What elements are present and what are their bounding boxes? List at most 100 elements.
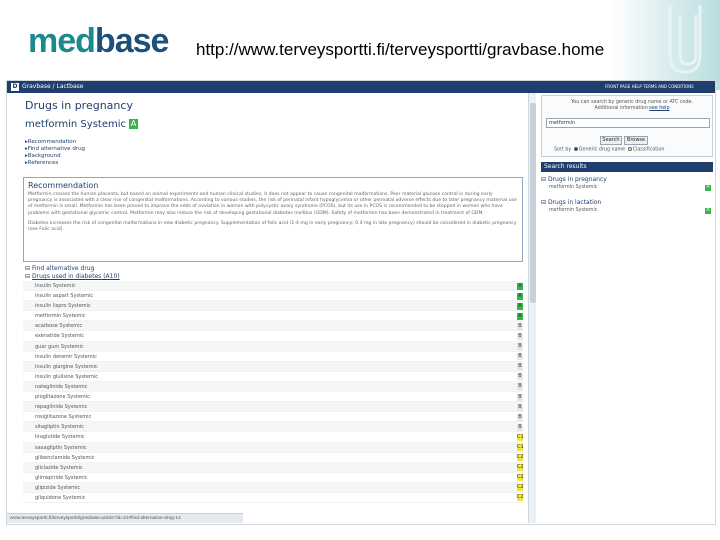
drug-row-class-badge: C2 [517, 454, 524, 462]
search-results-heading: Search results [541, 162, 713, 172]
drug-row[interactable]: insulin glargine Systemic B [23, 361, 523, 372]
drug-row[interactable]: acarbose Systemic B [23, 321, 523, 332]
result-group-lactation-heading[interactable]: ⊟ Drugs in lactation [541, 199, 713, 207]
drug-row[interactable]: metformin Systemic A [23, 311, 523, 322]
nav-link-recommendation[interactable]: Recommendation [25, 139, 85, 146]
drug-row[interactable]: insulin aspart Systemic A [23, 291, 523, 302]
nav-link-find-alternative[interactable]: Find alternative drug [25, 146, 85, 153]
drug-row-name[interactable]: acarbose Systemic [35, 323, 82, 329]
drug-row-class-badge: C1 [517, 444, 524, 451]
drug-row-name[interactable]: insulin aspart Systemic [35, 293, 93, 299]
decorative-corner-icon [610, 0, 720, 90]
top-links[interactable]: FRONT PAGE HELP TERMS AND CONDITIONS [605, 81, 694, 93]
drug-row[interactable]: guar gum Systemic B [23, 341, 523, 352]
alternative-drug-heading[interactable]: ⊟ Find alternative drug [25, 265, 120, 273]
drug-row[interactable]: glipizide Systemic C2 [23, 482, 524, 493]
drug-row-name[interactable]: exenatide Systemic [35, 333, 84, 339]
browser-window: D Gravbase / Lactbase FRONT PAGE HELP TER… [6, 80, 716, 525]
drug-row-name[interactable]: guar gum Systemic [35, 344, 84, 350]
drug-row-class-badge: B [517, 413, 523, 421]
drug-row-class-badge: B [517, 393, 523, 401]
nav-link-background[interactable]: Background [25, 153, 85, 160]
search-input[interactable]: metformin [546, 118, 710, 128]
drug-row[interactable]: insulin Systemic A [23, 281, 523, 292]
drug-row-name[interactable]: glipizide Systemic [35, 485, 80, 491]
drug-row[interactable]: liraglutide Systemic C1 [23, 432, 524, 443]
recommendation-box: Recommendation Metformin crosses the hum… [23, 177, 523, 262]
recommendation-title: Recommendation [28, 181, 99, 190]
drug-row-name[interactable]: glimepiride Systemic [35, 475, 88, 481]
drug-row-name[interactable]: metformin Systemic [35, 313, 86, 319]
drug-row-name[interactable]: saxagliptin Systemic [35, 445, 87, 451]
drug-row-name[interactable]: pioglitazone Systemic [35, 394, 90, 400]
search-button[interactable]: Search [600, 136, 622, 145]
drug-row-class-badge: B [517, 423, 523, 431]
medbase-logo: medbase [28, 22, 169, 60]
drug-row[interactable]: insulin detemir Systemic B [23, 352, 523, 362]
result-item-lactation[interactable]: metformin Systemic A [541, 207, 713, 215]
drug-row-class-badge: B [517, 353, 523, 361]
drug-row[interactable]: insulin lispro Systemic A [23, 301, 523, 312]
drug-row-name[interactable]: gliquidone Systemic [35, 495, 86, 501]
drug-row-name[interactable]: gliclazide Systemic [35, 465, 83, 471]
drug-row[interactable]: gliclazide Systemic C2 [23, 462, 524, 473]
app-logo-icon: D [11, 82, 19, 91]
app-top-bar: D Gravbase / Lactbase FRONT PAGE HELP TER… [7, 81, 715, 93]
drug-row-class-badge: B [517, 343, 523, 351]
drug-row[interactable]: insulin glulisine Systemic B [23, 372, 523, 382]
drug-row-name[interactable]: insulin glulisine Systemic [35, 374, 98, 380]
result-group-pregnancy-heading[interactable]: ⊟ Drugs in pregnancy [541, 176, 713, 184]
drug-name: metformin Systemic [25, 119, 126, 130]
drug-row[interactable]: saxagliptin Systemic C1 [23, 442, 524, 453]
drug-row[interactable]: glibenclamide Systemic C2 [23, 453, 524, 463]
help-link[interactable]: see help [649, 106, 669, 111]
nav-link-references[interactable]: References [25, 160, 85, 167]
alternative-drug-list: insulin Systemic Ainsulin aspart Systemic… [23, 281, 524, 504]
drug-row[interactable]: pioglitazone Systemic B [23, 392, 523, 403]
result-group-pregnancy: ⊟ Drugs in pregnancy metformin Systemic A [541, 176, 713, 192]
drug-row-class-badge: B [517, 403, 523, 411]
drug-row-name[interactable]: insulin lispro Systemic [35, 303, 91, 309]
drug-row-class-badge: B [517, 322, 523, 330]
drug-row-class-badge: B [517, 363, 523, 371]
drug-row-name[interactable]: rosiglitazone Systemic [35, 414, 91, 420]
drug-row[interactable]: nateglinide Systemic B [23, 381, 523, 393]
drug-row-name[interactable]: insulin detemir Systemic [35, 354, 97, 360]
search-panel: You can search by generic drug name or A… [541, 95, 713, 157]
sort-classification-radio[interactable] [627, 147, 632, 151]
drug-class-badge: A [129, 119, 138, 129]
drug-row-class-badge: C2 [517, 494, 524, 502]
drug-row[interactable]: glimepiride Systemic C2 [23, 473, 524, 483]
drug-row-class-badge: A [517, 292, 523, 300]
search-hint: You can search by generic drug name or A… [571, 100, 693, 111]
drug-row[interactable]: gliquidone Systemic C2 [23, 493, 524, 504]
drug-row[interactable]: rosiglitazone Systemic B [23, 412, 523, 423]
drug-row-class-badge: C2 [517, 464, 524, 472]
recommendation-note: Diabetes increases the risk of congenita… [28, 220, 517, 233]
drug-group-heading[interactable]: ⊟ Drugs used in diabetes (A10) [25, 273, 120, 281]
drug-row-name[interactable]: repaglinide Systemic [35, 404, 87, 410]
drug-row-name[interactable]: nateglinide Systemic [35, 384, 87, 390]
result-item-pregnancy[interactable]: metformin Systemic A [541, 184, 713, 192]
recommendation-text: Metformin crosses the human placenta, bu… [28, 192, 517, 216]
browse-button[interactable]: Browse [624, 136, 648, 145]
drug-row[interactable]: exenatide Systemic B [23, 331, 523, 342]
app-title: Gravbase / Lactbase [22, 83, 84, 90]
result-class-badge: A [705, 208, 711, 214]
article-nav: Recommendation Find alternative drug Bac… [25, 139, 85, 167]
drug-row[interactable]: repaglinide Systemic B [23, 402, 523, 413]
drug-row-name[interactable]: glibenclamide Systemic [35, 455, 94, 461]
drug-row-name[interactable]: sitagliptin Systemic [35, 424, 84, 430]
alternative-drug-section: ⊟ Find alternative drug ⊟ Drugs used in d… [25, 265, 120, 281]
slide-header: medbase http://www.terveysportti.fi/terv… [0, 0, 720, 90]
slide-url: http://www.terveysportti.fi/terveysportt… [196, 40, 605, 59]
drug-row-name[interactable]: insulin Systemic [35, 283, 76, 289]
sort-generic-radio[interactable] [573, 147, 578, 151]
scrollbar[interactable] [528, 93, 536, 523]
scrollbar-thumb[interactable] [530, 103, 536, 303]
drug-row-name[interactable]: insulin glargine Systemic [35, 364, 98, 370]
drug-row-class-badge: A [517, 282, 523, 290]
status-bar: www.terveysportti.fi/terveysportti/gravb… [7, 513, 243, 523]
drug-row-name[interactable]: liraglutide Systemic [35, 434, 85, 440]
drug-row[interactable]: sitagliptin Systemic B [23, 422, 523, 433]
